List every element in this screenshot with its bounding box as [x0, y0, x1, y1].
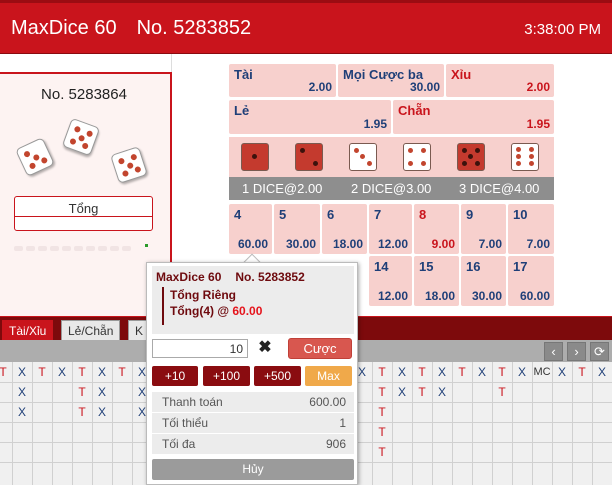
bet-xiu[interactable]: Xỉu 2.00: [446, 64, 554, 97]
history-cell: T: [78, 385, 86, 399]
add-500-button[interactable]: +500: [254, 366, 301, 386]
history-cell: T: [78, 365, 86, 379]
total-16-cell[interactable]: 16 30.00: [461, 256, 506, 306]
header-title: MaxDice 60 No. 5283852: [11, 17, 251, 40]
history-cell: X: [57, 365, 66, 379]
bet-slip-header: MaxDice 60 No. 5283852 Tổng Riêng Tổng(4)…: [152, 266, 354, 334]
history-cell: MC: [533, 366, 551, 378]
tab-le-chan[interactable]: Lẻ/Chẵn: [61, 320, 121, 341]
history-cell: X: [97, 405, 106, 419]
history-cell: T: [0, 365, 7, 379]
header-bar: MaxDice 60 No. 5283852 3:38:00 PM: [0, 0, 612, 54]
history-cell: T: [498, 365, 506, 379]
history-cell: T: [458, 365, 466, 379]
total-10-cell[interactable]: 10 7.00: [508, 204, 554, 254]
single-dice-row: [229, 137, 554, 177]
history-cell: T: [378, 385, 386, 399]
tab-tai-xiu[interactable]: Tài/Xỉu: [2, 320, 54, 341]
dice-odds-bar: 1 DICE@2.00 2 DICE@3.00 3 DICE@4.00: [229, 177, 554, 200]
game-name: MaxDice 60: [11, 17, 117, 39]
history-cell: X: [17, 385, 26, 399]
total-17-cell[interactable]: 17 60.00: [508, 256, 554, 306]
chevron-left-icon[interactable]: ‹: [544, 342, 563, 361]
history-cell: T: [578, 365, 586, 379]
history-cell: T: [78, 405, 86, 419]
bet-any-triple[interactable]: Mọi Cược ba 30.00: [338, 64, 444, 97]
close-icon[interactable]: ✖: [254, 339, 276, 358]
history-cell: T: [378, 365, 386, 379]
history-cell: X: [397, 365, 406, 379]
max-button[interactable]: Max: [305, 366, 352, 386]
two-dice-odds: 2 DICE@3.00: [351, 181, 432, 196]
total-7-cell[interactable]: 7 12.00: [369, 204, 412, 254]
total-6-cell[interactable]: 6 18.00: [322, 204, 367, 254]
total-4-cell[interactable]: 4 60.00: [229, 204, 272, 254]
history-cell: X: [517, 365, 526, 379]
total-8-cell[interactable]: 8 9.00: [414, 204, 459, 254]
dice-four-button[interactable]: [403, 143, 431, 171]
bet-tai[interactable]: Tài 2.00: [229, 64, 336, 97]
history-cell: X: [597, 365, 606, 379]
dice-icon: [61, 117, 101, 157]
left-panel-header: [0, 54, 172, 72]
one-dice-odds: 1 DICE@2.00: [242, 181, 323, 196]
chevron-right-icon[interactable]: ›: [567, 342, 586, 361]
three-dice-odds: 3 DICE@4.00: [459, 181, 540, 196]
bet-slip-round: No. 5283852: [235, 270, 305, 284]
history-cell: X: [97, 365, 106, 379]
clock: 3:38:00 PM: [524, 21, 601, 38]
bet-chan[interactable]: Chẵn 1.95: [393, 100, 554, 134]
dice-icon: [15, 137, 55, 177]
stake-input[interactable]: [152, 339, 248, 358]
next-round-number: No. 5283864: [41, 86, 127, 103]
add-10-button[interactable]: +10: [152, 366, 198, 386]
history-cell: X: [437, 385, 446, 399]
place-bet-button[interactable]: Cược: [288, 338, 352, 359]
history-cell: T: [378, 425, 386, 439]
total-5-cell[interactable]: 5 30.00: [274, 204, 320, 254]
history-cell: X: [17, 405, 26, 419]
bet-selection: Tổng(4) @ 60.00: [170, 304, 263, 318]
add-100-button[interactable]: +100: [203, 366, 250, 386]
round-number: No. 5283852: [136, 17, 252, 39]
bet-le[interactable]: Lẻ 1.95: [229, 100, 391, 134]
dice-two-button[interactable]: [295, 143, 323, 171]
history-cell: T: [418, 385, 426, 399]
dice-six-button[interactable]: [511, 143, 539, 171]
max-bet-row: Tối đa 906: [152, 434, 354, 454]
history-dots: [14, 240, 154, 251]
history-cell: X: [437, 365, 446, 379]
history-cell: T: [378, 445, 386, 459]
history-cell: T: [38, 365, 46, 379]
dice-five-button[interactable]: [457, 143, 485, 171]
history-cell: X: [17, 365, 26, 379]
refresh-icon[interactable]: ⟳: [590, 342, 609, 361]
cancel-button[interactable]: Hủy: [152, 459, 354, 480]
payout-row: Thanh toán 600.00: [152, 392, 354, 412]
dice-one-button[interactable]: [241, 143, 269, 171]
history-cell: X: [397, 385, 406, 399]
history-cell: T: [118, 365, 126, 379]
total-14-cell[interactable]: 14 12.00: [369, 256, 412, 306]
bet-slip-popup: MaxDice 60 No. 5283852 Tổng Riêng Tổng(4)…: [146, 262, 358, 485]
dice-icon: [110, 146, 148, 184]
history-cell: T: [418, 365, 426, 379]
total-9-cell[interactable]: 9 7.00: [461, 204, 506, 254]
dice-three-button[interactable]: [349, 143, 377, 171]
total-15-cell[interactable]: 15 18.00: [414, 256, 459, 306]
total-box: Tổng: [14, 196, 153, 231]
history-cell: T: [498, 385, 506, 399]
total-label: Tổng: [68, 201, 99, 216]
history-cell: X: [477, 365, 486, 379]
history-cell: T: [378, 405, 386, 419]
bet-slip-game: MaxDice 60: [156, 270, 222, 284]
bet-slip-detail: Tổng Riêng Tổng(4) @ 60.00: [162, 287, 262, 325]
history-cell: X: [97, 385, 106, 399]
bet-odds: 60.00: [232, 304, 263, 318]
history-cell: X: [557, 365, 566, 379]
status-indicator: [145, 244, 148, 247]
bet-type: Tổng Riêng: [170, 288, 236, 302]
min-bet-row: Tối thiểu 1: [152, 413, 354, 433]
